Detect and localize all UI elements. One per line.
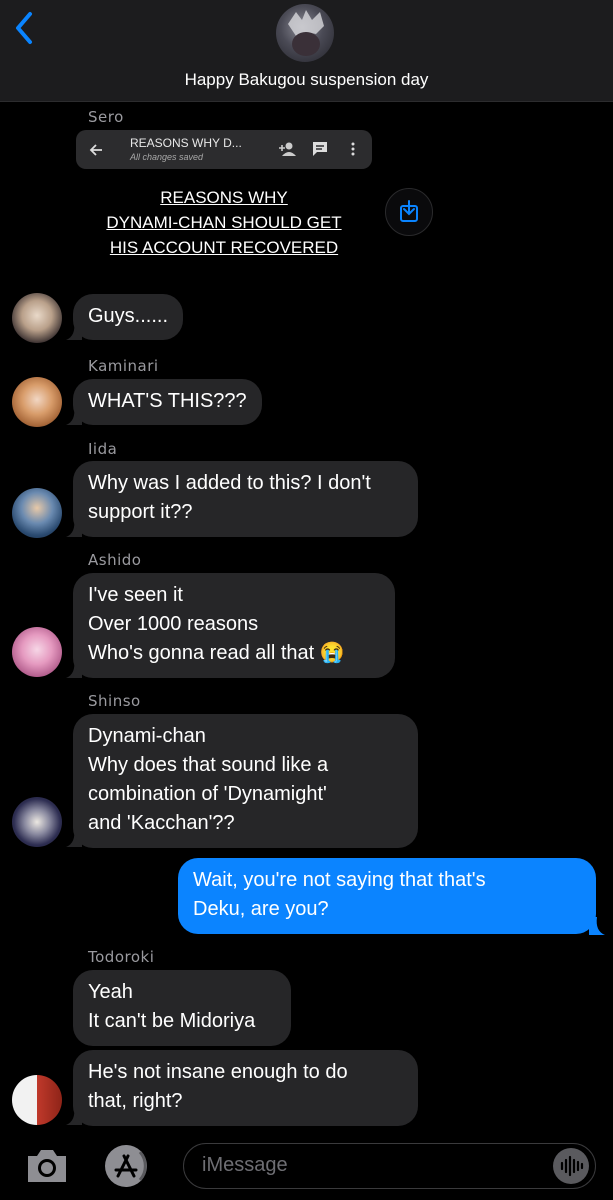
contact-avatar[interactable]	[12, 797, 62, 847]
contact-avatar[interactable]	[12, 627, 62, 677]
back-arrow-icon	[89, 144, 102, 156]
shared-document-preview[interactable]: REASONS WHY D... All changes saved REASO…	[76, 130, 372, 269]
document-toolbar: REASONS WHY D... All changes saved	[76, 130, 372, 169]
incoming-message-bubble[interactable]: I've seen it Over 1000 reasons Who's gon…	[73, 573, 395, 678]
document-body: REASONS WHY DYNAMI-CHAN SHOULD GET HIS A…	[76, 185, 372, 260]
sender-name: Todoroki	[88, 948, 155, 966]
document-title: REASONS WHY D...	[130, 136, 242, 150]
sender-name: Sero	[88, 108, 124, 126]
contact-avatar[interactable]	[12, 1075, 62, 1125]
waveform-icon	[560, 1155, 584, 1177]
group-avatar-image-icon	[288, 10, 324, 56]
conversation-title[interactable]: Happy Bakugou suspension day	[0, 70, 613, 90]
app-store-icon[interactable]	[100, 1144, 154, 1188]
document-line: REASONS WHY	[160, 188, 288, 207]
camera-icon[interactable]	[24, 1146, 70, 1186]
outgoing-message-bubble[interactable]: Wait, you're not saying that that's Deku…	[178, 858, 596, 934]
input-placeholder: iMessage	[202, 1154, 288, 1176]
incoming-message-bubble[interactable]: Why was I added to this? I don't support…	[73, 461, 418, 537]
incoming-message-bubble[interactable]: Dynami-chan Why does that sound like a c…	[73, 714, 418, 848]
contact-avatar[interactable]	[12, 488, 62, 538]
group-avatar[interactable]	[276, 4, 334, 62]
sender-name: Iida	[88, 440, 118, 458]
share-icon	[400, 200, 418, 222]
audio-record-button[interactable]	[553, 1148, 589, 1184]
document-line: DYNAMI-CHAN SHOULD GET	[106, 213, 342, 232]
contact-avatar[interactable]	[12, 293, 62, 343]
incoming-message-bubble[interactable]: He's not insane enough to do that, right…	[73, 1050, 418, 1126]
share-button[interactable]	[385, 188, 433, 236]
incoming-message-bubble[interactable]: WHAT'S THIS???	[73, 379, 262, 425]
imessage-input[interactable]: iMessage	[183, 1143, 596, 1189]
sender-name: Ashido	[88, 551, 142, 569]
add-person-icon	[279, 142, 296, 156]
conversation-header: Happy Bakugou suspension day	[0, 0, 613, 102]
incoming-message-bubble[interactable]: Yeah It can't be Midoriya	[73, 970, 291, 1046]
comment-icon	[313, 142, 327, 156]
document-line: HIS ACCOUNT RECOVERED	[109, 238, 339, 257]
document-save-status: All changes saved	[130, 152, 204, 162]
sender-name: Kaminari	[88, 357, 159, 375]
back-chevron-icon[interactable]	[10, 10, 40, 46]
sender-name: Shinso	[88, 692, 141, 710]
incoming-message-bubble[interactable]: Guys......	[73, 294, 184, 340]
more-options-icon	[351, 142, 355, 156]
contact-avatar[interactable]	[12, 377, 62, 427]
